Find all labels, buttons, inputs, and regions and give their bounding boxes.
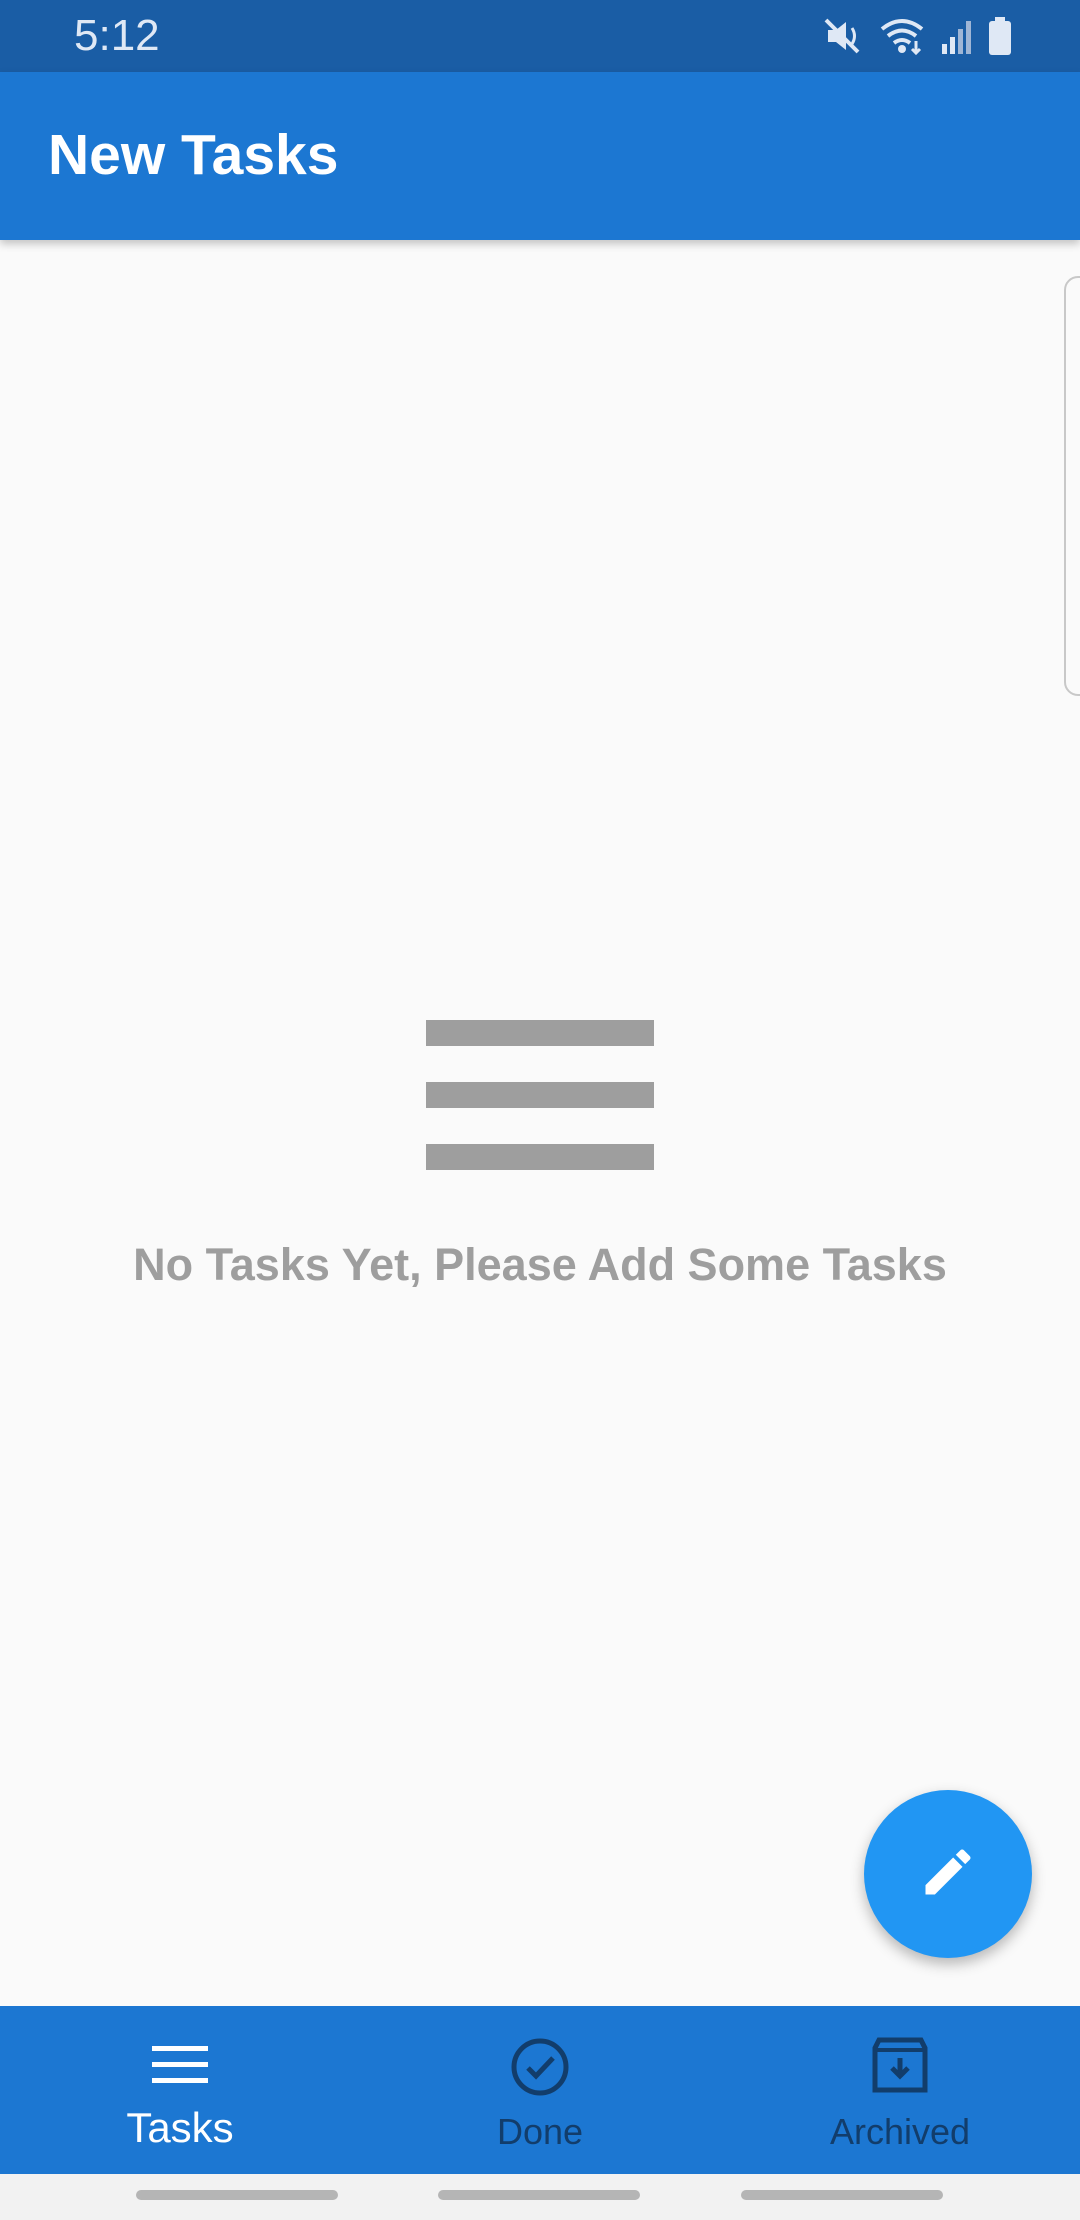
- page-title: New Tasks: [48, 123, 339, 187]
- gesture-navigation-bar: [0, 2174, 1080, 2220]
- pencil-icon: [918, 1842, 978, 1907]
- gesture-pill-right[interactable]: [741, 2190, 943, 2200]
- status-icons: [824, 16, 1012, 56]
- mute-icon: [824, 18, 864, 54]
- gesture-pill-center[interactable]: [438, 2190, 640, 2200]
- screen: 5:12 New Tasks No Tasks Yet, Please Add …: [0, 0, 1080, 2220]
- menu-lines-icon: [426, 1010, 654, 1170]
- nav-label-done: Done: [496, 2111, 584, 2152]
- app-bar: New Tasks: [0, 72, 1080, 240]
- bottom-navigation: Tasks Done Archived: [0, 2006, 1080, 2174]
- wifi-icon: [878, 17, 926, 55]
- menu-icon: [151, 2036, 209, 2099]
- empty-state-message: No Tasks Yet, Please Add Some Tasks: [133, 1239, 947, 1290]
- empty-state: No Tasks Yet, Please Add Some Tasks: [0, 1010, 1080, 1293]
- add-task-button[interactable]: [864, 1790, 1032, 1958]
- status-bar: 5:12: [0, 0, 1080, 72]
- status-time: 5:12: [74, 11, 160, 60]
- nav-label-archived: Archived: [829, 2111, 971, 2152]
- nav-item-tasks[interactable]: Tasks: [0, 2006, 360, 2174]
- nav-item-archived[interactable]: Archived: [720, 2006, 1080, 2174]
- check-circle-icon: [509, 2036, 571, 2103]
- nav-item-done[interactable]: Done: [360, 2006, 720, 2174]
- archive-icon: [871, 2036, 929, 2101]
- edge-panel-handle[interactable]: [1064, 276, 1080, 696]
- gesture-pill-left[interactable]: [136, 2190, 338, 2200]
- nav-label-tasks: Tasks: [126, 2104, 234, 2151]
- battery-icon: [988, 17, 1012, 55]
- signal-icon: [940, 18, 974, 54]
